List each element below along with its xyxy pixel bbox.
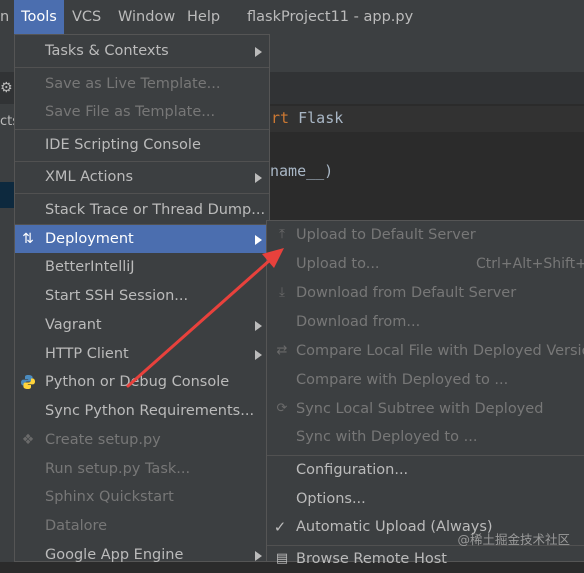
menu-item-deployment[interactable]: ⇅ Deployment — [15, 225, 269, 253]
menu-item-create-setup-py[interactable]: ❖ Create setup.py — [15, 426, 269, 454]
watermark-text: @稀土掘金技术社区 — [457, 532, 570, 547]
menu-bar: n Tools VCS Window Help flaskProject11 -… — [0, 0, 584, 34]
menu-item-sync-python-requirements[interactable]: Sync Python Requirements... — [15, 397, 269, 425]
menu-vcs[interactable]: VCS — [72, 0, 101, 34]
menu-item-label: Stack Trace or Thread Dump... — [45, 202, 266, 218]
menu-item-vagrant[interactable]: Vagrant — [15, 311, 269, 339]
menu-item-betterintellij[interactable]: BetterIntelliJ — [15, 253, 269, 281]
menu-separator — [15, 129, 269, 130]
tools-menu: Tasks & Contexts Save as Live Template..… — [14, 34, 270, 563]
menu-item-label: Google App Engine — [45, 547, 184, 563]
menu-item-ide-scripting-console[interactable]: IDE Scripting Console — [15, 131, 269, 159]
compare-icon: ⇄ — [276, 343, 288, 358]
menu-item-label: Sync Python Requirements... — [45, 403, 255, 419]
code-identifier: Flask — [298, 109, 344, 127]
upload-icon: ⤒ — [279, 227, 285, 242]
menu-item-label: Upload to Default Server — [296, 227, 476, 243]
project-panel-selection — [0, 182, 14, 208]
menu-item-label: Tasks & Contexts — [45, 43, 169, 59]
window-title: flaskProject11 - app.py — [247, 9, 414, 25]
menu-item-compare-local-file[interactable]: ⇄ Compare Local File with Deployed Versi… — [267, 337, 584, 365]
menu-item-label: Sync Local Subtree with Deployed — [296, 401, 544, 417]
menu-item-download-default-server[interactable]: ⤓ Download from Default Server — [267, 279, 584, 307]
sync-icon: ⟳ — [276, 401, 288, 416]
deployment-submenu: ⤒ Upload to Default Server Upload to... … — [266, 220, 584, 567]
deployment-arrows-icon: ⇅ — [22, 231, 34, 247]
menu-separator — [15, 193, 269, 194]
menu-help[interactable]: Help — [187, 0, 220, 34]
menu-item-save-file-template[interactable]: Save File as Template... — [15, 98, 269, 126]
menu-file-partial[interactable]: n — [0, 0, 12, 34]
menu-item-label: Download from... — [296, 314, 421, 330]
menu-item-label: Save as Live Template... — [45, 76, 221, 92]
menu-item-sync-with-deployed[interactable]: Sync with Deployed to ... — [267, 423, 584, 451]
menu-item-label: Browse Remote Host — [296, 551, 447, 567]
menu-item-label: Datalore — [45, 518, 108, 534]
menu-item-datalore[interactable]: Datalore — [15, 512, 269, 540]
menu-item-label: Sync with Deployed to ... — [296, 429, 478, 445]
menu-item-upload-to[interactable]: Upload to... Ctrl+Alt+Shift+X — [267, 250, 584, 278]
menu-item-configuration[interactable]: Configuration... — [267, 456, 584, 484]
menu-item-save-live-template[interactable]: Save as Live Template... — [15, 70, 269, 98]
python-icon — [19, 368, 37, 396]
menu-separator — [15, 67, 269, 68]
menu-item-label: Vagrant — [45, 317, 102, 333]
code-line-import: ort Flask — [262, 109, 343, 127]
menu-item-label: Python or Debug Console — [45, 374, 230, 390]
gear-icon[interactable]: ⚙ — [0, 80, 13, 96]
menu-item-download-from[interactable]: Download from... — [267, 308, 584, 336]
menu-item-run-setup-py-task[interactable]: Run setup.py Task... — [15, 455, 269, 483]
menu-item-start-ssh-session[interactable]: Start SSH Session... — [15, 282, 269, 310]
menu-item-label: Upload to... — [296, 256, 380, 272]
project-panel — [0, 104, 14, 562]
menu-item-label: Compare Local File with Deployed Version — [296, 343, 584, 359]
python-file-icon: ❖ — [21, 432, 35, 448]
menu-item-label: XML Actions — [45, 169, 134, 185]
menu-item-sync-local-subtree[interactable]: ⟳ Sync Local Subtree with Deployed — [267, 395, 584, 423]
menu-item-http-client[interactable]: HTTP Client — [15, 340, 269, 368]
menu-item-label: Download from Default Server — [296, 285, 517, 301]
menu-item-label: Save File as Template... — [45, 104, 216, 120]
menu-item-python-debug-console[interactable]: Python or Debug Console — [15, 368, 269, 396]
menu-item-tasks-contexts[interactable]: Tasks & Contexts — [15, 37, 269, 65]
menu-item-label: BetterIntelliJ — [45, 259, 135, 275]
menu-item-label: Sphinx Quickstart — [45, 489, 174, 505]
menu-tools[interactable]: Tools — [14, 0, 64, 34]
menu-item-label: Run setup.py Task... — [45, 461, 191, 477]
remote-host-icon: ▤ — [275, 551, 289, 566]
download-icon: ⤓ — [279, 285, 285, 300]
menu-item-label: Deployment — [45, 231, 134, 247]
menu-item-label: Start SSH Session... — [45, 288, 189, 304]
shortcut-label: Ctrl+Alt+Shift+X — [476, 256, 584, 272]
menu-item-google-app-engine[interactable]: Google App Engine — [15, 541, 269, 569]
menu-item-stack-trace[interactable]: Stack Trace or Thread Dump... — [15, 196, 269, 224]
menu-item-browse-remote-host[interactable]: ▤ Browse Remote Host — [267, 545, 584, 573]
menu-item-label: HTTP Client — [45, 346, 129, 362]
menu-separator — [15, 161, 269, 162]
checkmark-icon: ✓ — [273, 518, 287, 536]
menu-item-label: Compare with Deployed to ... — [296, 372, 509, 388]
menu-item-sphinx-quickstart[interactable]: Sphinx Quickstart — [15, 483, 269, 511]
menu-window[interactable]: Window — [118, 0, 175, 34]
menu-item-compare-with-deployed[interactable]: Compare with Deployed to ... — [267, 366, 584, 394]
menu-item-upload-default-server[interactable]: ⤒ Upload to Default Server — [267, 221, 584, 249]
menu-item-label: Options... — [296, 491, 366, 507]
menu-item-xml-actions[interactable]: XML Actions — [15, 163, 269, 191]
menu-item-label: Configuration... — [296, 462, 409, 478]
code-line-app: name__) — [270, 162, 334, 180]
menu-item-options[interactable]: Options... — [267, 485, 584, 513]
menu-item-label: Create setup.py — [45, 432, 161, 448]
menu-item-label: IDE Scripting Console — [45, 137, 201, 153]
